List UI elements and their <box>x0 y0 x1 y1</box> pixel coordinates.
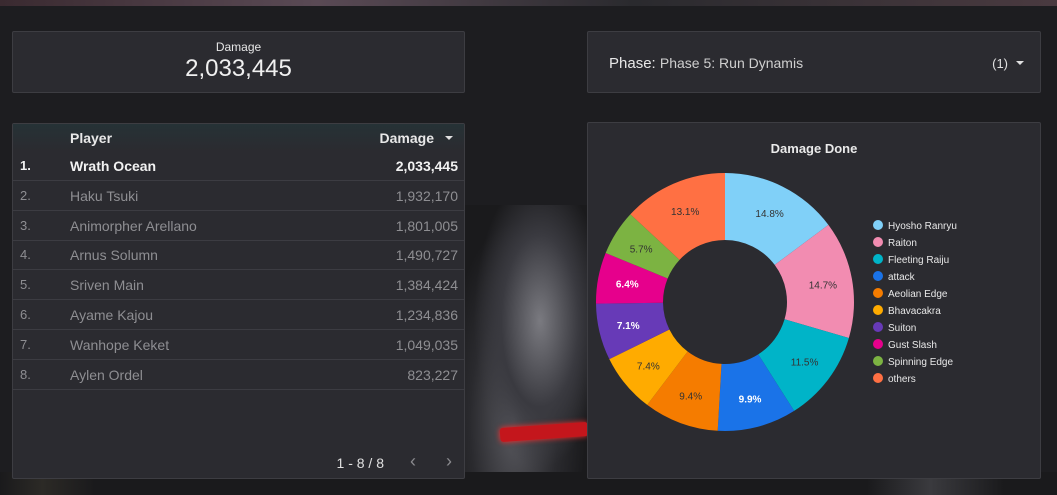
slice-label: 11.5% <box>791 358 819 369</box>
row-rank: 5. <box>20 277 31 293</box>
slice-label: 14.7% <box>809 280 837 291</box>
legend-item[interactable]: Fleeting Raiju <box>888 255 949 266</box>
slice-label: 6.4% <box>616 279 639 290</box>
background-art-figure <box>462 205 592 495</box>
row-player-name: Haku Tsuki <box>70 187 139 204</box>
row-rank: 6. <box>20 307 31 322</box>
damage-scorecard: Damage 2,033,445 <box>12 31 465 93</box>
filter-name: Phase <box>609 55 652 72</box>
row-rank: 1. <box>20 158 31 173</box>
legend-item[interactable]: others <box>888 374 916 385</box>
row-rank: 7. <box>20 336 31 352</box>
scorecard-label: Damage <box>215 40 262 54</box>
chevron-left-icon[interactable]: ‹ <box>410 451 416 472</box>
row-rank: 8. <box>20 366 31 382</box>
row-damage-value: 1,801,005 <box>395 217 458 234</box>
row-damage-value: 1,932,170 <box>395 187 458 204</box>
column-header-player[interactable]: Player <box>70 130 112 146</box>
column-header-damage[interactable]: Damage <box>380 130 434 146</box>
table-row[interactable]: 1. Wrath Ocean 2,033,445 <box>13 151 464 181</box>
donut-chart-svg: 14.8% 14.7% 11.5% 9.9% 9.4% 7.4% 7.1% 6.4% 5.7% 1… <box>596 173 957 431</box>
row-player-name: Sriven Main <box>70 277 144 294</box>
row-damage-value: 1,049,035 <box>395 336 458 353</box>
slice-label: 7.4% <box>637 361 660 372</box>
player-damage-table: Player Damage 1. Wrath Ocean 2,033,445 2. Ha… <box>12 123 465 479</box>
legend-swatch <box>873 220 883 230</box>
phase-filter-dropdown[interactable]: Phase: Phase 5: Run Dynamis (1) <box>587 31 1041 93</box>
legend-item[interactable]: Spinning Edge <box>888 357 953 368</box>
row-player-name: Wanhope Keket <box>70 336 170 353</box>
row-rank: 3. <box>20 217 31 233</box>
row-damage-value: 823,227 <box>407 366 458 383</box>
table-row[interactable]: 8. Aylen Ordel 823,227 <box>13 360 464 390</box>
table-row[interactable]: 7. Wanhope Keket 1,049,035 <box>13 330 464 360</box>
chevron-down-icon[interactable] <box>1016 61 1024 65</box>
row-damage-value: 1,490,727 <box>395 247 458 264</box>
slice-label: 9.9% <box>739 394 762 405</box>
legend-swatch <box>873 373 883 383</box>
legend-swatch <box>873 288 883 298</box>
legend-swatch <box>873 271 883 281</box>
filter-selected-count: (1) <box>992 56 1008 71</box>
legend-item[interactable]: Gust Slash <box>888 340 937 351</box>
legend-item[interactable]: attack <box>888 272 916 283</box>
legend-item[interactable]: Bhavacakra <box>888 306 941 317</box>
damage-done-chart: Damage Done 14.8% 14.7% 11.5% 9.9% 9.4% 7.4% 7… <box>587 122 1041 479</box>
row-player-name: Aylen Ordel <box>70 366 143 383</box>
table-row[interactable]: 5. Sriven Main 1,384,424 <box>13 270 464 301</box>
row-player-name: Ayame Kajou <box>70 307 154 323</box>
scorecard-value: 2,033,445 <box>185 55 292 82</box>
filter-label: Phase: Phase 5: Run Dynamis <box>609 55 804 72</box>
row-damage-value: 1,234,836 <box>395 307 458 323</box>
table-header: Player Damage <box>13 124 464 151</box>
legend-item[interactable]: Aeolian Edge <box>888 289 948 300</box>
slice-label: 7.1% <box>617 321 640 332</box>
legend-item[interactable]: Suiton <box>888 323 916 334</box>
row-player-name: Animorpher Arellano <box>70 217 197 234</box>
row-damage-value: 1,384,424 <box>395 277 458 294</box>
legend-item[interactable]: Hyosho Ranryu <box>888 221 957 232</box>
legend-swatch <box>873 237 883 247</box>
row-player-name: Wrath Ocean <box>70 158 157 174</box>
filter-value: Phase 5: Run Dynamis <box>659 55 804 71</box>
legend-swatch <box>873 305 883 315</box>
row-player-name: Arnus Solumn <box>70 247 158 264</box>
table-row[interactable]: 4. Arnus Solumn 1,490,727 <box>13 240 464 271</box>
slice-label: 13.1% <box>671 207 699 218</box>
sort-descending-icon[interactable] <box>445 136 453 140</box>
background-art-top <box>0 0 1057 6</box>
legend-swatch <box>873 254 883 264</box>
slice-label: 14.8% <box>755 209 783 220</box>
legend-swatch <box>873 356 883 366</box>
table-row[interactable]: 2. Haku Tsuki 1,932,170 <box>13 181 464 211</box>
chevron-right-icon[interactable]: › <box>446 451 452 472</box>
pagination-label: 1 - 8 / 8 <box>336 455 384 471</box>
legend-swatch <box>873 339 883 349</box>
table-row[interactable]: 6. Ayame Kajou 1,234,836 <box>13 300 464 330</box>
slice-label: 5.7% <box>630 244 653 255</box>
row-damage-value: 2,033,445 <box>395 158 458 174</box>
legend-swatch <box>873 322 883 332</box>
legend-item[interactable]: Raiton <box>888 238 917 249</box>
slice-label: 9.4% <box>679 391 702 402</box>
row-rank: 4. <box>20 247 31 263</box>
row-rank: 2. <box>20 187 31 203</box>
table-row[interactable]: 3. Animorpher Arellano 1,801,005 <box>13 211 464 241</box>
